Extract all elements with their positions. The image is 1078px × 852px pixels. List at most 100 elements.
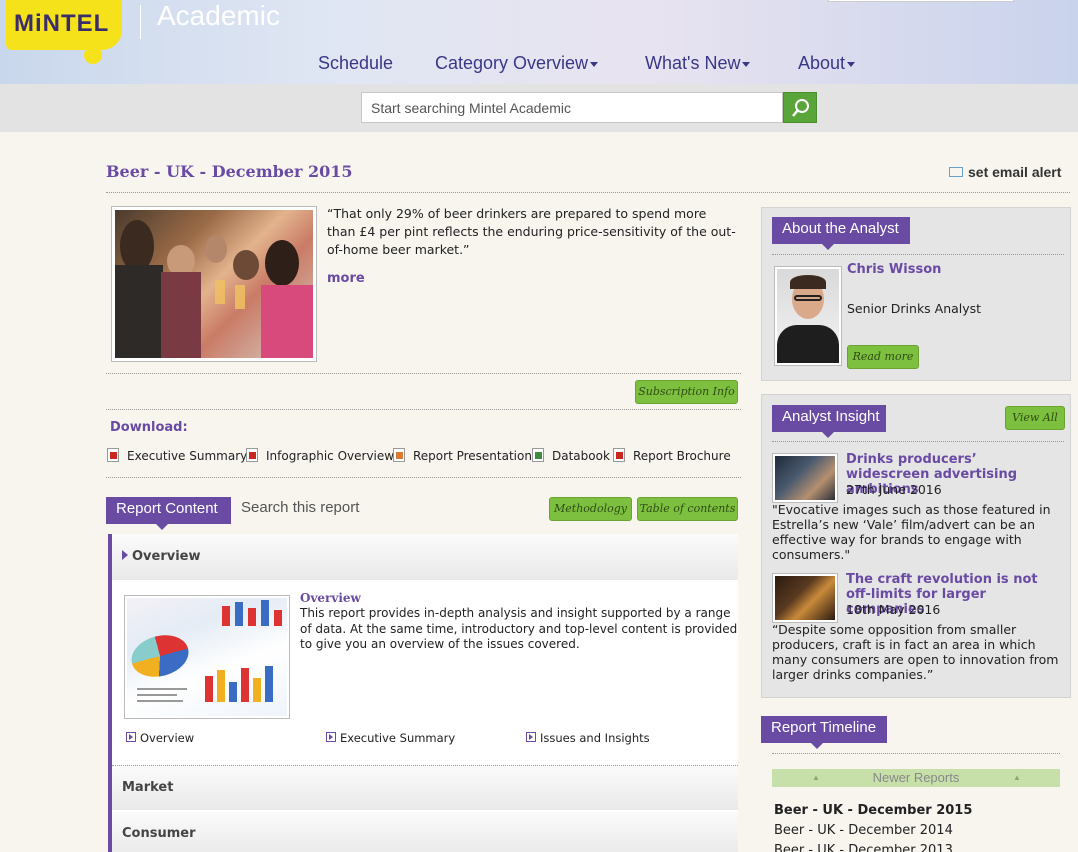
report-title: Beer - UK - December 2015	[106, 162, 353, 181]
nav-schedule[interactable]: Schedule	[318, 53, 393, 74]
download-executive-summary[interactable]: Executive Summary	[107, 448, 247, 463]
search-icon	[792, 99, 809, 117]
beer-drinkers-image	[115, 210, 313, 358]
mintel-logo[interactable]: MiNTEL	[6, 0, 122, 50]
chevron-down-icon	[847, 61, 856, 67]
overview-thumbnail	[124, 595, 290, 719]
download-label-text: Report Presentation	[413, 449, 532, 463]
section-consumer[interactable]: Consumer	[112, 812, 738, 852]
insight-quote: “Despite some opposition from smaller pr…	[772, 622, 1059, 682]
analyst-insight-heading: Analyst Insight	[772, 405, 886, 438]
download-infographic-overview[interactable]: Infographic Overview	[246, 448, 394, 463]
nav-label: Schedule	[318, 53, 394, 73]
sublink-label: Issues and Insights	[540, 731, 650, 745]
insight-thumbnail	[772, 453, 838, 503]
site-name[interactable]: Academic	[157, 0, 280, 32]
chevron-down-icon	[590, 61, 599, 67]
email-alert-link[interactable]: set email alert	[949, 164, 1061, 180]
xls-icon	[532, 448, 544, 462]
download-label-text: Infographic Overview	[266, 449, 395, 463]
site-header: MiNTEL Academic Schedule Category Overvi…	[0, 0, 1078, 84]
section-label: Consumer	[122, 826, 196, 841]
insight-quote: "Evocative images such as those featured…	[772, 502, 1051, 562]
divider	[772, 254, 1064, 255]
report-timeline-heading: Report Timeline	[761, 716, 887, 749]
chevron-down-icon	[742, 61, 751, 67]
pdf-icon	[107, 448, 119, 462]
logo-divider	[140, 5, 141, 39]
download-label: Download:	[110, 420, 188, 435]
section-overview[interactable]: Overview	[112, 534, 738, 580]
nav-label: Category Overview	[435, 53, 589, 73]
table-of-contents-button[interactable]: Table of contents	[637, 497, 738, 521]
timeline-item[interactable]: Beer - UK - December 2014	[774, 823, 953, 838]
sublink-label: Executive Summary	[340, 731, 456, 745]
search-this-report[interactable]: Search this report	[241, 499, 359, 516]
about-analyst-panel: About the Analyst Chris Wisson Senior Dr…	[761, 207, 1071, 381]
read-more-button[interactable]: Read more	[847, 345, 919, 369]
nav-label: About	[798, 53, 846, 73]
insight-thumbnail	[772, 573, 838, 623]
sublink-issues-and-insights[interactable]: Issues and Insights	[526, 731, 650, 745]
report-quote: “That only 29% of beer drinkers are prep…	[327, 206, 736, 257]
analyst-photo	[774, 266, 842, 366]
pdf-icon	[246, 448, 258, 462]
arrow-box-icon	[126, 732, 136, 742]
insight-date: 27th June 2016	[846, 482, 942, 497]
report-content-tab: Report Content	[106, 497, 231, 530]
analyst-role: Senior Drinks Analyst	[847, 301, 982, 316]
arrow-box-icon	[326, 732, 336, 742]
nav-label: What's New	[645, 53, 741, 73]
download-report-brochure[interactable]: Report Brochure	[613, 448, 731, 463]
email-alert-label: set email alert	[968, 164, 1062, 180]
timeline-item[interactable]: Beer - UK - December 2013	[774, 843, 953, 852]
divider	[772, 753, 1060, 754]
section-label: Overview	[132, 549, 201, 564]
search-bar	[0, 84, 1078, 132]
search-input[interactable]	[361, 92, 783, 123]
ppt-icon	[393, 448, 405, 462]
about-analyst-heading: About the Analyst	[772, 217, 910, 250]
divider	[772, 441, 1064, 442]
more-link[interactable]: more	[327, 271, 365, 286]
newer-reports-label: Newer Reports	[872, 770, 960, 785]
search-button[interactable]	[783, 92, 817, 123]
analyst-portrait	[777, 269, 839, 363]
download-label-text: Report Brochure	[633, 449, 731, 463]
download-report-presentation[interactable]: Report Presentation	[393, 448, 532, 463]
nav-category-overview[interactable]: Category Overview	[435, 53, 599, 74]
sublink-label: Overview	[140, 731, 195, 745]
methodology-button[interactable]: Methodology	[549, 497, 632, 521]
pdf-icon	[613, 448, 625, 462]
logo-text: MiNTEL	[14, 10, 110, 37]
report-photo	[111, 206, 317, 362]
sublink-overview[interactable]: Overview	[126, 731, 194, 745]
overview-text: This report provides in-depth analysis a…	[300, 606, 738, 651]
download-label-text: Databook	[552, 449, 610, 463]
section-label: Market	[122, 780, 174, 795]
expand-arrow-icon	[122, 550, 128, 560]
nav-whats-new[interactable]: What's New	[645, 53, 751, 74]
envelope-icon	[949, 167, 963, 177]
arrow-up-icon: ▲	[812, 773, 820, 782]
sublink-executive-summary[interactable]: Executive Summary	[326, 731, 455, 745]
newer-reports-button[interactable]: ▲ Newer Reports ▲	[772, 769, 1060, 787]
download-databook[interactable]: Databook	[532, 448, 610, 463]
charts-image	[127, 598, 287, 716]
divider	[106, 409, 741, 410]
divider	[106, 477, 741, 478]
subscription-info-button[interactable]: Subscription Info	[635, 380, 738, 404]
insight-date: 18th May 2016	[846, 602, 941, 617]
timeline-item-current: Beer - UK - December 2015	[774, 803, 973, 818]
analyst-name[interactable]: Chris Wisson	[847, 262, 941, 277]
download-label-text: Executive Summary	[127, 449, 248, 463]
section-market[interactable]: Market	[112, 766, 738, 810]
arrow-up-icon: ▲	[1013, 773, 1021, 782]
overview-heading: Overview	[300, 591, 361, 605]
report-content-panel: Overview Overview This report provides i…	[108, 534, 738, 852]
nav-about[interactable]: About	[798, 53, 856, 74]
arrow-box-icon	[526, 732, 536, 742]
top-right-box	[828, 0, 1014, 2]
divider	[106, 373, 741, 374]
view-all-button[interactable]: View All	[1005, 406, 1065, 430]
